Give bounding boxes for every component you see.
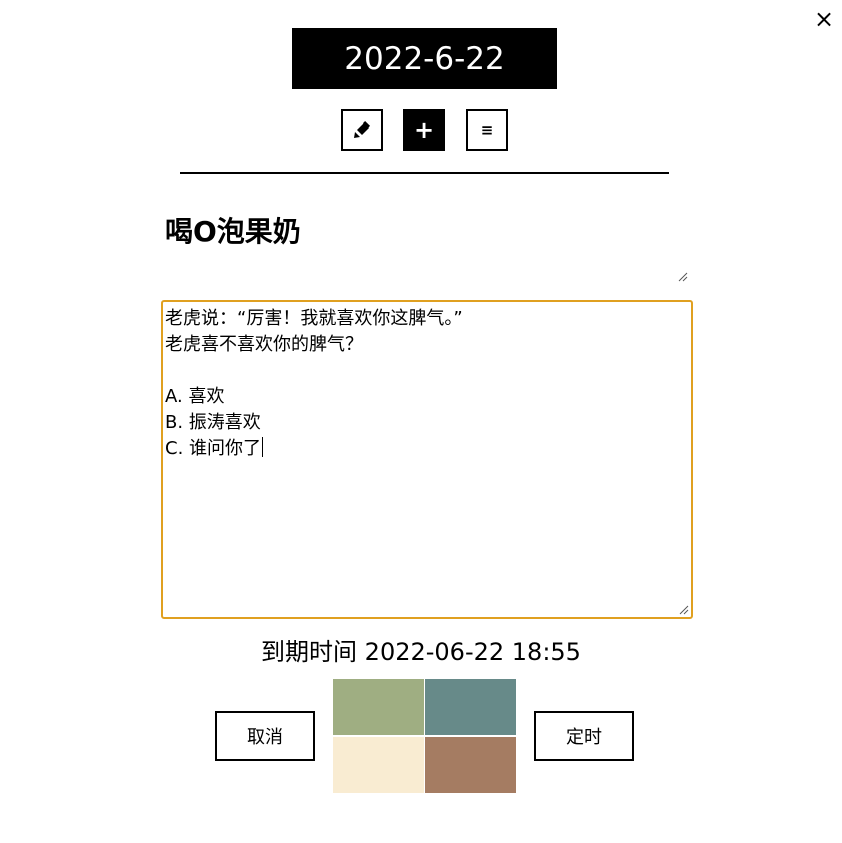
timer-label: 定时 [566, 727, 602, 748]
content-line [165, 358, 689, 384]
cancel-button[interactable]: 取消 [215, 711, 315, 761]
content-line-text: C. 谁问你了 [165, 438, 262, 459]
cancel-label: 取消 [247, 727, 283, 748]
timer-button[interactable]: 定时 [534, 711, 634, 761]
date-header: 2022-6-22 [292, 28, 557, 89]
content-line: B. 振涛喜欢 [165, 412, 261, 433]
resize-grip-icon[interactable] [678, 272, 688, 282]
close-icon: × [813, 5, 835, 33]
close-button[interactable]: × [812, 7, 836, 31]
text-caret [262, 437, 264, 457]
due-time: 到期时间 2022-06-22 18:55 [0, 632, 842, 667]
add-button[interactable]: + [403, 109, 445, 151]
color-swatch-cream[interactable] [333, 737, 424, 793]
color-swatch-green[interactable] [333, 679, 424, 735]
content-line: 老虎说：“厉害！我就喜欢你这脾气。” [165, 308, 463, 329]
task-title: 喝O泡果奶 [165, 215, 301, 248]
color-swatch-teal[interactable] [425, 679, 516, 735]
content-line-last: C. 谁问你了 [165, 436, 689, 462]
content-line: A. 喜欢 [165, 386, 225, 407]
content-line: 老虎喜不喜欢你的脾气？ [165, 334, 363, 355]
color-swatch-brown[interactable] [425, 737, 516, 793]
date-text: 2022-6-22 [344, 40, 505, 77]
title-input[interactable]: 喝O泡果奶 [160, 200, 690, 284]
list-button[interactable]: ≡ [466, 109, 508, 151]
pencil-icon [354, 120, 371, 138]
due-value: 2022-06-22 18:55 [364, 638, 581, 666]
edit-button[interactable] [341, 109, 383, 151]
content-textarea[interactable]: 老虎说：“厉害！我就喜欢你这脾气。” 老虎喜不喜欢你的脾气？ A. 喜欢 B. … [161, 300, 693, 619]
due-label: 到期时间 [261, 638, 358, 666]
header-divider [180, 172, 669, 174]
resize-grip-icon[interactable] [679, 605, 689, 615]
plus-icon: + [413, 116, 435, 144]
list-icon: ≡ [480, 121, 494, 139]
